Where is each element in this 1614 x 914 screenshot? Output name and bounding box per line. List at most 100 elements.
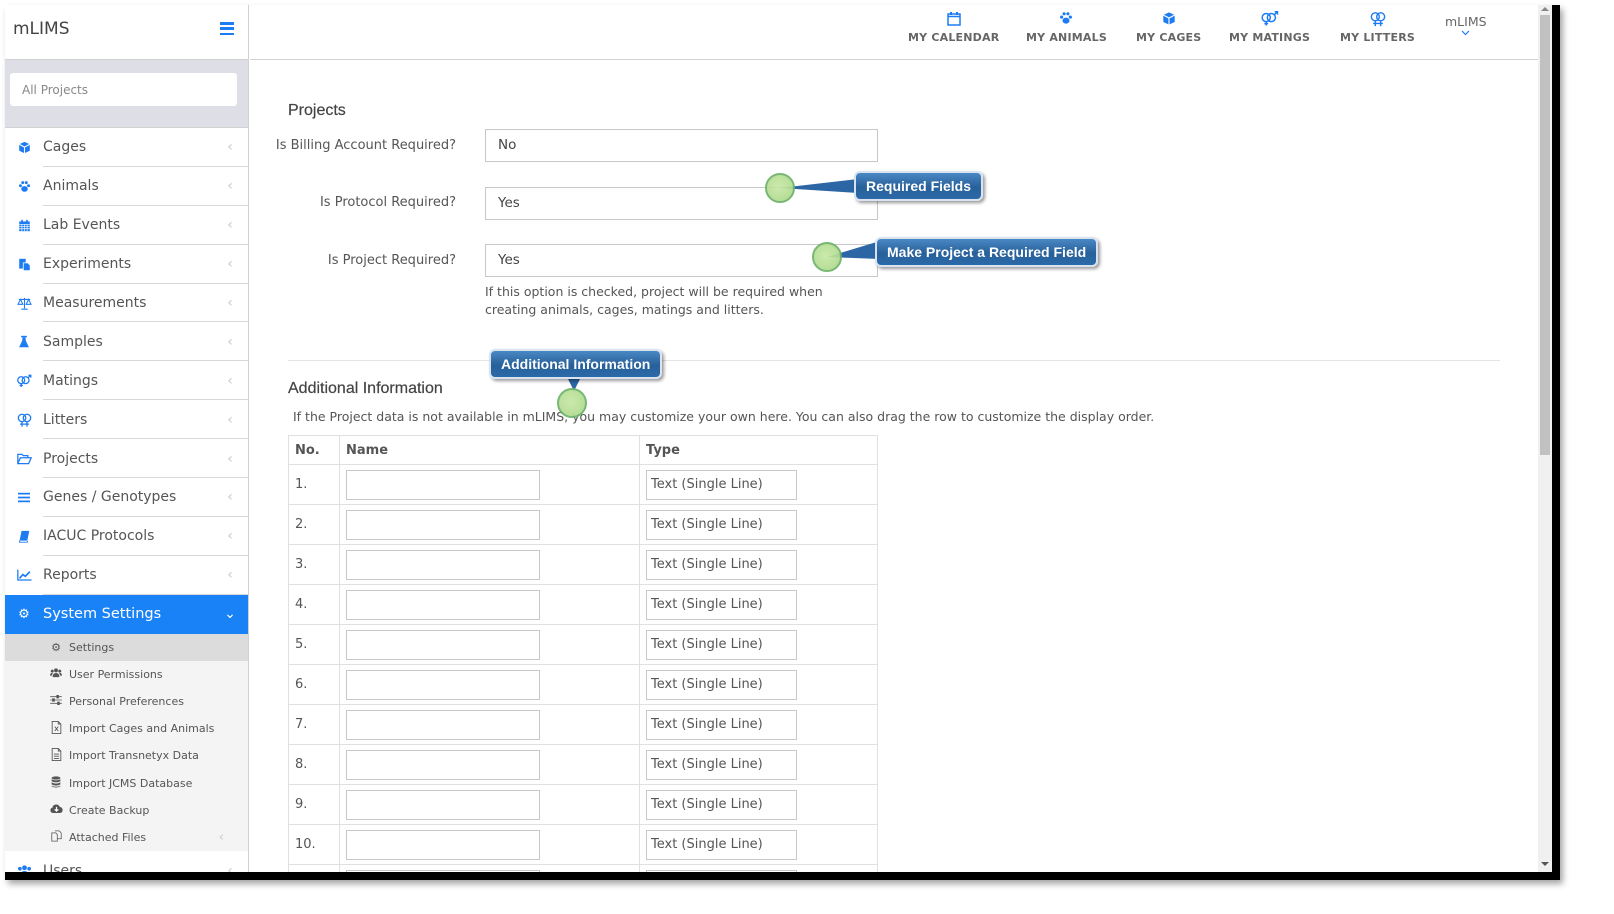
- hamburger-menu-icon[interactable]: [220, 22, 234, 36]
- field-name-input[interactable]: [346, 869, 540, 872]
- protocol-required-select[interactable]: Yes: [485, 187, 878, 220]
- chevron-left-icon: ‹: [227, 450, 233, 467]
- table-row[interactable]: 6. Text (Single Line): [288, 664, 878, 705]
- field-name-input[interactable]: [346, 709, 540, 740]
- documents-icon: [5, 258, 43, 271]
- type-cell: [639, 864, 878, 872]
- top-link-my-matings[interactable]: MY MATINGS: [1229, 11, 1310, 44]
- table-row[interactable]: 4. Text (Single Line): [288, 584, 878, 625]
- line-chart-icon: [5, 569, 43, 581]
- top-link-my-cages[interactable]: MY CAGES: [1136, 11, 1201, 44]
- top-link-my-litters[interactable]: MY LITTERS: [1340, 11, 1415, 44]
- field-type-select[interactable]: Text (Single Line): [646, 629, 797, 660]
- sidebar-item-animals[interactable]: Animals ‹: [5, 167, 248, 206]
- gear-icon: ⚙: [51, 640, 61, 654]
- sidebar-item-users[interactable]: Users ‹: [5, 851, 248, 872]
- table-row[interactable]: 10. Text (Single Line): [288, 824, 878, 865]
- field-type-select[interactable]: Text (Single Line): [646, 709, 797, 740]
- additional-info-callout: Additional Information: [489, 349, 663, 379]
- project-selector-input[interactable]: [10, 73, 237, 106]
- table-row[interactable]: 1. Text (Single Line): [288, 464, 878, 505]
- field-name-input[interactable]: [346, 589, 540, 620]
- callout-pointers: [566, 179, 880, 391]
- submenu-item-attached-files[interactable]: Attached Files ‹: [5, 824, 248, 851]
- custom-fields-table: No. Name Type 1. Text (Single Line) 2. Text…: [288, 435, 878, 872]
- table-row[interactable]: 3. Text (Single Line): [288, 544, 878, 585]
- field-type-select[interactable]: Text (Single Line): [646, 509, 797, 540]
- table-row[interactable]: [288, 864, 878, 872]
- field-type-select[interactable]: Text (Single Line): [646, 829, 797, 860]
- field-type-select[interactable]: Text (Single Line): [646, 789, 797, 820]
- type-cell: Text (Single Line): [639, 544, 878, 585]
- book-icon: [5, 530, 43, 543]
- name-cell: [339, 464, 640, 505]
- sidebar: mLIMS Cages ‹ Animals ‹: [5, 5, 249, 872]
- table-row[interactable]: 2. Text (Single Line): [288, 504, 878, 545]
- field-name-input[interactable]: [346, 629, 540, 660]
- user-menu-dropdown[interactable]: mLIMS: [1445, 14, 1487, 39]
- field-name-input[interactable]: [346, 749, 540, 780]
- top-link-my-animals[interactable]: MY ANIMALS: [1026, 11, 1107, 44]
- field-name-input[interactable]: [346, 789, 540, 820]
- submenu-item-user-permissions[interactable]: User Permissions: [5, 661, 248, 688]
- sidebar-item-cages[interactable]: Cages ‹: [5, 128, 248, 167]
- sidebar-item-iacuc-protocols[interactable]: IACUC Protocols ‹: [5, 517, 248, 556]
- table-row[interactable]: 8. Text (Single Line): [288, 744, 878, 785]
- cube-icon: [1136, 11, 1201, 31]
- sidebar-item-reports[interactable]: Reports ‹: [5, 556, 248, 595]
- field-type-select[interactable]: Text (Single Line): [646, 469, 797, 500]
- brand-header: mLIMS: [5, 5, 248, 60]
- submenu-item-personal-preferences[interactable]: Personal Preferences: [5, 688, 248, 715]
- custom-fields-body: 1. Text (Single Line) 2. Text (Single Line)…: [288, 464, 878, 872]
- sidebar-item-litters[interactable]: Litters ‹: [5, 400, 248, 440]
- chevron-left-icon: ‹: [227, 333, 233, 350]
- scroll-thumb[interactable]: [1540, 15, 1550, 455]
- sidebar-item-projects[interactable]: Projects ‹: [5, 439, 248, 478]
- submenu-item-create-backup[interactable]: Create Backup: [5, 797, 248, 824]
- field-type-select[interactable]: Text (Single Line): [646, 669, 797, 700]
- submenu-item-import-jcms[interactable]: Import JCMS Database: [5, 770, 248, 797]
- billing-required-select[interactable]: No: [485, 129, 878, 162]
- sidebar-item-samples[interactable]: Samples ‹: [5, 322, 248, 362]
- sidebar-item-system-settings[interactable]: ⚙ System Settings ⌄: [5, 594, 248, 634]
- submenu-item-settings[interactable]: ⚙ Settings: [5, 633, 248, 661]
- field-type-select[interactable]: Text (Single Line): [646, 749, 797, 780]
- sidebar-item-label: Animals: [43, 178, 99, 195]
- sidebar-item-measurements[interactable]: Measurements ‹: [5, 284, 248, 323]
- field-name-input[interactable]: [346, 469, 540, 500]
- scroll-down-arrow-icon[interactable]: [1541, 862, 1549, 866]
- row-number: 6.: [288, 664, 340, 705]
- files-icon: [49, 830, 63, 845]
- scroll-up-arrow-icon[interactable]: [1541, 7, 1549, 11]
- top-link-my-calendar[interactable]: MY CALENDAR: [908, 11, 999, 44]
- user-menu-label: mLIMS: [1445, 14, 1487, 29]
- field-name-input[interactable]: [346, 829, 540, 860]
- submenu-item-import-cages-animals[interactable]: Import Cages and Animals: [5, 715, 248, 742]
- row-number: 9.: [288, 784, 340, 825]
- sidebar-item-experiments[interactable]: Experiments ‹: [5, 245, 248, 284]
- submenu-item-import-transnetyx[interactable]: Import Transnetyx Data: [5, 742, 248, 769]
- name-cell: [339, 584, 640, 625]
- make-project-required-marker: [812, 242, 842, 272]
- window-frame: mLIMS Cages ‹ Animals ‹: [5, 5, 1560, 880]
- field-name-input[interactable]: [346, 509, 540, 540]
- sidebar-item-label: Litters: [43, 411, 88, 428]
- paw-icon: [5, 180, 43, 193]
- vertical-scrollbar[interactable]: [1538, 5, 1552, 872]
- sidebar-item-lab-events[interactable]: Lab Events ‹: [5, 206, 248, 245]
- field-type-select[interactable]: Text (Single Line): [646, 589, 797, 620]
- table-row[interactable]: 9. Text (Single Line): [288, 784, 878, 825]
- flask-icon: [5, 335, 43, 348]
- field-type-select[interactable]: [646, 869, 797, 872]
- submenu-item-label: Attached Files: [69, 830, 147, 844]
- table-row[interactable]: 7. Text (Single Line): [288, 704, 878, 745]
- field-name-input[interactable]: [346, 669, 540, 700]
- row-number: 1.: [288, 464, 340, 505]
- table-row[interactable]: 5. Text (Single Line): [288, 624, 878, 665]
- submenu-item-label: Import JCMS Database: [69, 776, 193, 790]
- project-required-label: Is Project Required?: [327, 253, 456, 268]
- sidebar-item-matings[interactable]: Matings ‹: [5, 361, 248, 401]
- field-name-input[interactable]: [346, 549, 540, 580]
- field-type-select[interactable]: Text (Single Line): [646, 549, 797, 580]
- sidebar-item-genes-genotypes[interactable]: Genes / Genotypes ‹: [5, 478, 248, 517]
